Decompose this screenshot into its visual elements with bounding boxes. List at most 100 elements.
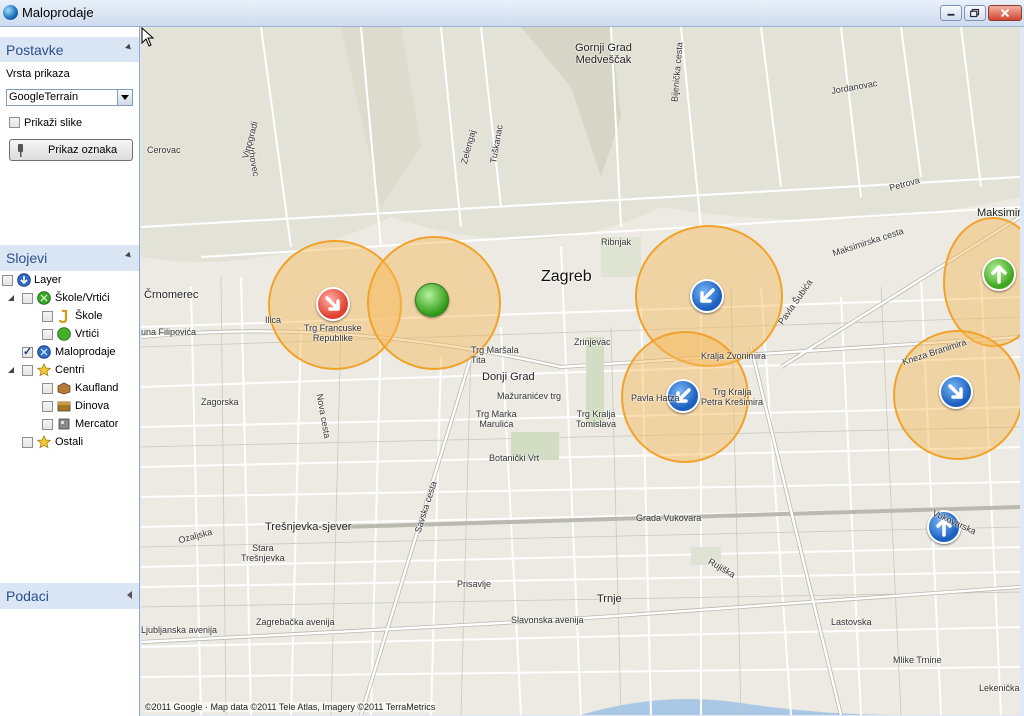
dinova-icon [57,401,71,412]
arrow-down-right-icon [325,296,340,311]
map-label-zrinjevac: Zrinjevac [574,337,611,347]
tree-item-skole-vrtici[interactable]: Škole/Vrtići [0,291,139,308]
map-label-trg-kralja-petra: Trg Kralja Petra Krešimira [701,387,764,407]
prikazi-slike-label: Prikaži slike [24,117,83,129]
layer-checkbox[interactable] [22,293,33,304]
tree-item-kaufland[interactable]: Kaufland [0,381,139,398]
map-label-trg-marka: Trg Marka Marulića [476,409,517,429]
map-label-slavonska-avenija: Slavonska avenija [511,615,584,625]
green-ball-marker[interactable] [415,283,449,317]
map-label-zagorska: Zagorska [201,397,239,407]
map-label-maksimir: Maksimir [977,207,1020,219]
tree-item-maloprodaje[interactable]: Maloprodaje [0,345,139,362]
close-button[interactable] [988,5,1022,21]
layer-checkbox[interactable] [22,345,33,358]
tree-label: Vrtići [75,328,100,340]
layer-checkbox[interactable] [2,275,13,286]
green-globe-icon [37,291,51,305]
prikaz-oznaka-button[interactable]: Prikaz oznaka [9,139,133,161]
tree-label: Kaufland [75,382,119,394]
tree-label: Škole/Vrtići [55,292,110,304]
map-label-cerovac: Cerovac [147,145,181,155]
map-label-ilica: Ilica [265,315,282,325]
collapse-icon[interactable] [125,251,133,260]
map-label-grada-vukovara: Grada Vukovara [636,513,702,523]
tree-item-mercator[interactable]: Mercator [0,417,139,434]
mercator-icon [58,418,70,430]
map-copyright: ©2011 Google · Map data ©2011 Tele Atlas… [145,702,436,712]
tree-label: Centri [55,364,85,376]
chevron-down-icon[interactable] [117,90,132,105]
prikaz-oznaka-label: Prikaz oznaka [48,144,118,156]
map-label-mazuranicev-trg: Mažuranićev trg [497,391,562,401]
tree-item-centri[interactable]: Centri [0,363,139,380]
minimize-button[interactable] [940,5,962,21]
globe-icon [17,273,31,287]
podaci-header[interactable]: Podaci [0,583,139,609]
map-label-trg-francuske: Trg Francuske Republike [304,323,362,343]
map-label-ribnjak: Ribnjak [601,237,632,247]
vrsta-prikaza-label: Vrsta prikaza [6,68,70,80]
tree-label: Dinova [75,400,110,412]
postavke-title: Postavke [6,42,64,58]
globe-icon [3,5,18,20]
map-label-crnomerec: Črnomerec [144,289,199,301]
layer-checkbox[interactable] [42,329,53,340]
map-type-value: GoogleTerrain [9,91,79,103]
map-label-zagreb: Zagreb [541,268,592,285]
map-label-trg-kralja-tomislava: Trg Kralja Tomislava [576,409,617,429]
layer-checkbox[interactable] [22,437,33,448]
map-label-una-filipovica: una Filipovića [141,327,197,337]
slojevi-header[interactable]: Slojevi [0,245,139,271]
arrow-down-left-icon [700,288,715,303]
blue-arrow-marker-3[interactable] [939,375,973,409]
title-bar: Maloprodaje [0,0,1024,27]
tree-item-ostali[interactable]: Ostali [0,435,139,452]
collapse-icon[interactable] [125,43,133,52]
blue-arrow-marker-1[interactable] [690,279,724,313]
pin-icon [18,144,23,157]
map-view[interactable]: Zagreb Gornji Grad Medveščak Donji Grad … [141,27,1020,715]
map-label-gornji-grad: Gornji Grad Medveščak [575,42,632,66]
arrow-up-icon [991,265,1007,284]
slojevi-title: Slojevi [6,250,48,266]
map-label-zagrebacka-avenija: Zagrebačka avenija [256,617,335,627]
star-icon [37,363,51,377]
star-icon [37,435,51,449]
map-label-tresnjevka-sjever: Trešnjevka-sjever [265,521,352,533]
prikazi-slike-checkbox[interactable] [9,117,20,128]
expand-triangle-icon[interactable] [8,367,15,374]
left-panel: Postavke Vrsta prikaza GoogleTerrain Pri… [0,27,140,716]
layer-checkbox[interactable] [22,365,33,376]
restore-button[interactable] [964,5,986,21]
kaufland-icon [57,382,71,395]
tree-item-vrtici[interactable]: Vrtići [0,327,139,344]
layer-checkbox[interactable] [42,419,53,430]
map-label-donji-grad: Donji Grad [482,371,535,383]
school-icon [58,309,68,323]
map-label-trg-marsala: Trg Maršala Tita [471,345,519,365]
layers-tree: Layer Škole/Vrtići Škole Vrtići Maloprod… [0,271,139,571]
tree-label: Layer [34,274,62,286]
expand-icon[interactable] [127,591,132,599]
layer-checkbox[interactable] [42,383,53,394]
tree-item-layer[interactable]: Layer [0,273,139,290]
map-type-select[interactable]: GoogleTerrain [6,89,133,106]
tree-label: Mercator [75,418,119,430]
tree-item-skole[interactable]: Škole [0,309,139,326]
tree-item-dinova[interactable]: Dinova [0,399,139,416]
expand-triangle-icon[interactable] [8,295,15,302]
layer-checkbox[interactable] [42,401,53,412]
layer-checkbox[interactable] [42,311,53,322]
map-label-kralja-zvonimira: Kralja Zvonimira [701,351,767,361]
restore-icon [970,8,980,18]
green-ball-icon [57,327,71,341]
map-label-lekenicka: Lekenička [979,683,1020,693]
red-arrow-marker[interactable] [316,287,350,321]
map-label-ljubljanska-avenija: Ljubljanska avenija [141,625,218,635]
blue-globe-icon [37,345,51,359]
green-arrow-marker[interactable] [982,257,1016,291]
window-title: Maloprodaje [22,5,94,20]
postavke-header[interactable]: Postavke [0,37,139,63]
close-icon [1000,8,1010,18]
